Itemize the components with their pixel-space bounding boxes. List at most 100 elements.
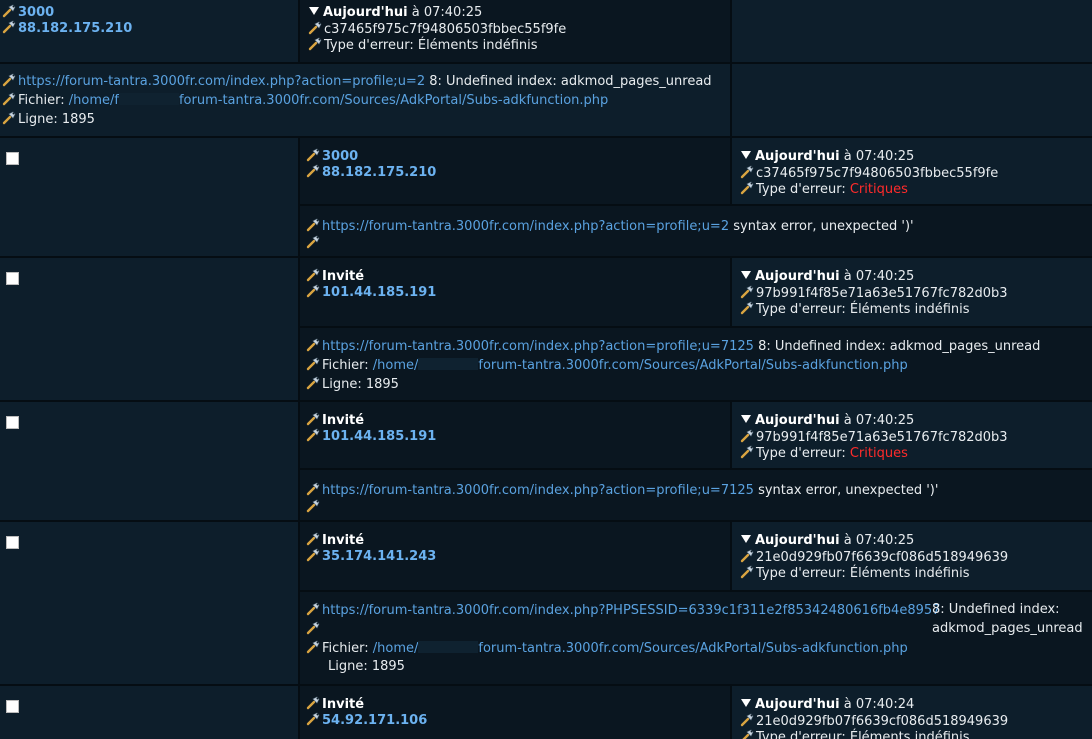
wrench-icon[interactable] <box>306 621 320 635</box>
wrench-icon[interactable] <box>306 602 320 616</box>
wrench-icon[interactable] <box>306 218 320 232</box>
wrench-icon[interactable] <box>306 338 320 352</box>
ip-link[interactable]: 54.92.171.106 <box>322 713 427 728</box>
entry-meta-cell: Aujourd'hui à 07:40:24 21e0d929fb07f6639… <box>730 684 1092 739</box>
type-value: Éléments indéfinis <box>849 302 970 317</box>
wrench-icon[interactable] <box>306 284 320 298</box>
entry-checkbox[interactable] <box>6 416 19 429</box>
file-label: Fichier: <box>18 93 69 108</box>
file-path-link[interactable]: /home/forum-tantra.3000fr.com/Sources/Ad… <box>373 358 908 373</box>
error-url-link[interactable]: https://forum-tantra.3000fr.com/index.ph… <box>18 74 425 89</box>
ip-link[interactable]: 88.182.175.210 <box>18 21 132 36</box>
date-label: Aujourd'hui <box>755 149 840 164</box>
entry-checkbox[interactable] <box>6 152 19 165</box>
entry-detail-cell: https://forum-tantra.3000fr.com/index.ph… <box>298 204 1092 256</box>
wrench-icon[interactable] <box>2 111 16 125</box>
triangle-down-icon[interactable] <box>741 271 751 279</box>
type-value: Éléments indéfinis <box>849 566 970 581</box>
type-value: Éléments indéfinis <box>417 38 538 53</box>
ip-link[interactable]: 88.182.175.210 <box>322 165 436 180</box>
wrench-icon[interactable] <box>306 268 320 282</box>
error-url-link[interactable]: https://forum-tantra.3000fr.com/index.ph… <box>322 339 754 354</box>
triangle-down-icon[interactable] <box>741 151 751 159</box>
session-hash: 97b991f4f85e71a63e51767fc782d0b3 <box>756 430 1008 445</box>
line-number: Ligne: 1895 <box>18 112 95 127</box>
wrench-icon[interactable] <box>308 37 322 51</box>
wrench-icon[interactable] <box>740 565 754 579</box>
wrench-icon[interactable] <box>306 640 320 654</box>
user-link[interactable]: 3000 <box>322 149 358 164</box>
time-label: à 07:40:25 <box>839 149 915 164</box>
triangle-down-icon[interactable] <box>309 7 319 15</box>
error-message: 8: Undefined index: adkmod_pages_unread <box>758 339 1041 354</box>
entry-top-user-cell: 3000 88.182.175.210 <box>0 0 298 62</box>
error-url-link[interactable]: https://forum-tantra.3000fr.com/index.ph… <box>322 219 729 234</box>
wrench-icon[interactable] <box>740 429 754 443</box>
error-url-link[interactable]: https://forum-tantra.3000fr.com/index.ph… <box>322 603 940 618</box>
entry-checkbox-cell <box>0 400 298 520</box>
wrench-icon[interactable] <box>306 712 320 726</box>
wrench-icon[interactable] <box>740 445 754 459</box>
entry-checkbox[interactable] <box>6 272 19 285</box>
entry-checkbox[interactable] <box>6 700 19 713</box>
error-url-link[interactable]: https://forum-tantra.3000fr.com/index.ph… <box>322 483 754 498</box>
ip-link[interactable]: 101.44.185.191 <box>322 429 436 444</box>
type-label: Type d'erreur: <box>756 302 850 317</box>
session-hash: c37465f975c7f94806503fbbec55f9fe <box>756 166 999 181</box>
ip-link[interactable]: 35.174.141.243 <box>322 549 436 564</box>
wrench-icon[interactable] <box>308 21 322 35</box>
wrench-icon[interactable] <box>306 412 320 426</box>
entry-checkbox-cell <box>0 684 298 739</box>
date-label: Aujourd'hui <box>755 533 840 548</box>
wrench-icon[interactable] <box>306 499 320 513</box>
file-path-link[interactable]: /home/f forum-tantra.3000fr.com/Sources/A… <box>69 93 608 108</box>
wrench-icon[interactable] <box>740 181 754 195</box>
entry-checkbox[interactable] <box>6 536 19 549</box>
ip-link[interactable]: 101.44.185.191 <box>322 285 436 300</box>
user-label: Invité <box>322 533 365 548</box>
wrench-icon[interactable] <box>306 376 320 390</box>
type-label: Type d'erreur: <box>756 446 850 461</box>
entry-detail-cell: https://forum-tantra.3000fr.com/index.ph… <box>298 468 1092 520</box>
file-path-link[interactable]: /home/forum-tantra.3000fr.com/Sources/Ad… <box>373 641 908 656</box>
type-value: Critiques <box>849 182 908 197</box>
wrench-icon[interactable] <box>740 729 754 739</box>
wrench-icon[interactable] <box>740 285 754 299</box>
file-label: Fichier: <box>322 641 373 656</box>
session-hash: 21e0d929fb07f6639cf086d518949639 <box>756 714 1009 729</box>
wrench-icon[interactable] <box>740 549 754 563</box>
triangle-down-icon[interactable] <box>741 535 751 543</box>
wrench-icon[interactable] <box>306 164 320 178</box>
wrench-icon[interactable] <box>2 73 16 87</box>
wrench-icon[interactable] <box>306 532 320 546</box>
user-link[interactable]: 3000 <box>18 5 54 20</box>
wrench-icon[interactable] <box>2 4 16 18</box>
wrench-icon[interactable] <box>2 20 16 34</box>
wrench-icon[interactable] <box>306 235 320 249</box>
triangle-down-icon[interactable] <box>741 699 751 707</box>
wrench-icon[interactable] <box>306 428 320 442</box>
date-label: Aujourd'hui <box>755 697 840 712</box>
wrench-icon[interactable] <box>2 92 16 106</box>
wrench-icon[interactable] <box>306 696 320 710</box>
wrench-icon[interactable] <box>740 165 754 179</box>
user-label: Invité <box>322 413 365 428</box>
wrench-icon[interactable] <box>740 713 754 727</box>
entry-top-detail-empty <box>730 62 1092 136</box>
triangle-down-icon[interactable] <box>741 415 751 423</box>
entry-checkbox-cell <box>0 136 298 256</box>
time-label: à 07:40:25 <box>839 413 915 428</box>
time-label: à 07:40:25 <box>407 5 483 20</box>
entry-top-meta-cell: Aujourd'hui à 07:40:25 c37465f975c7f9480… <box>298 0 730 62</box>
wrench-icon[interactable] <box>306 357 320 371</box>
time-label: à 07:40:25 <box>839 533 915 548</box>
type-label: Type d'erreur: <box>756 566 850 581</box>
redacted-block <box>118 93 179 105</box>
wrench-icon[interactable] <box>306 148 320 162</box>
user-label: Invité <box>322 269 365 284</box>
entry-meta-cell: Aujourd'hui à 07:40:25 97b991f4f85e71a63… <box>730 256 1092 326</box>
wrench-icon[interactable] <box>306 548 320 562</box>
wrench-icon[interactable] <box>306 482 320 496</box>
entry-user-cell: Invité 101.44.185.191 <box>298 400 730 468</box>
wrench-icon[interactable] <box>740 301 754 315</box>
